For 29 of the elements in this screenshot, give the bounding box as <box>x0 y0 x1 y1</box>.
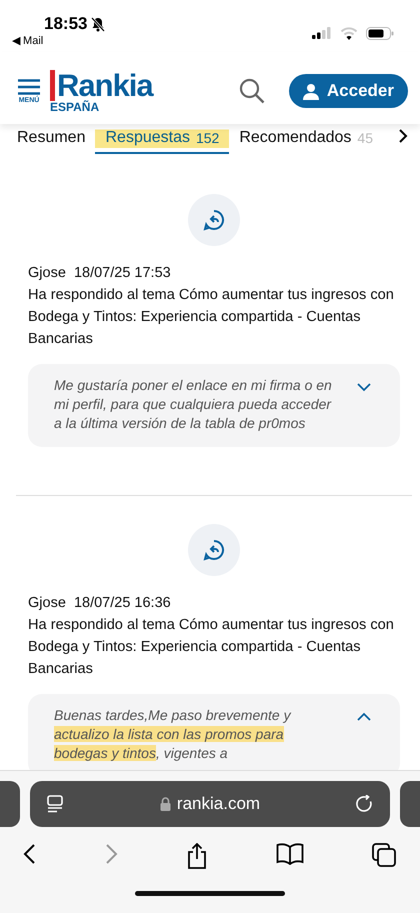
address-text: rankia.com <box>64 794 356 814</box>
page-menu-icon[interactable] <box>46 795 64 813</box>
person-icon <box>302 82 319 100</box>
share-icon[interactable] <box>187 843 207 869</box>
reply-text: Ha respondido al tema Cómo aumentar tus ingresos con Bodega y Tintos: Experiencia compartida - Cuentas Bancarias <box>28 286 395 349</box>
logo-region: ESPAÑA <box>50 100 100 112</box>
bell-muted-icon <box>91 16 106 32</box>
search-icon[interactable] <box>238 78 265 104</box>
tabs-icon[interactable] <box>372 843 396 869</box>
battery-icon <box>366 26 394 40</box>
reply-text: Ha respondido al tema Cómo aumentar tus ingresos con Bodega y Tintos: Experiencia compartida - Cuentas Bancarias <box>28 616 395 679</box>
tab[interactable]: Recomendados 45 <box>229 124 383 154</box>
logo[interactable]: Rankia <box>50 70 153 100</box>
reload-icon[interactable] <box>356 795 374 813</box>
wifi-icon <box>340 26 358 40</box>
reply-icon <box>188 194 240 246</box>
clock-time: 18:53 <box>44 14 88 34</box>
chevron-up-icon[interactable] <box>356 712 372 722</box>
author-date: Gjose 18/07/25 16:36 <box>28 594 172 613</box>
reply-icon <box>188 524 240 576</box>
quote-text: Me gustaría poner el enlace en mi firma o en mi perfil, para que cualquiera pueda acceder a la última versión de la tabla de pr0mos <box>54 376 333 433</box>
address-bar[interactable]: rankia.com <box>30 781 390 827</box>
lock-icon <box>160 797 171 811</box>
tab[interactable]: Resumen <box>17 124 96 154</box>
signal-icon <box>312 27 332 39</box>
author-date: Gjose 18/07/25 17:53 <box>28 264 172 283</box>
chevron-down-icon[interactable] <box>356 382 372 392</box>
back-to-app-link[interactable]: ◀ Mail <box>12 34 106 47</box>
login-button[interactable]: Acceder <box>288 74 408 108</box>
